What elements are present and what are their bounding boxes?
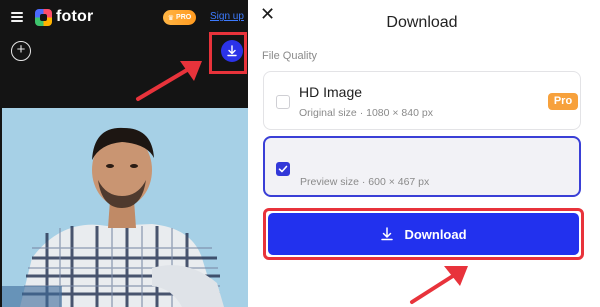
canvas-top-area [0, 68, 248, 108]
menu-icon[interactable] [11, 12, 23, 22]
pro-label: PRO [176, 14, 192, 21]
download-icon [381, 227, 394, 241]
download-icon[interactable] [221, 40, 243, 62]
download-button[interactable]: Download [268, 213, 579, 255]
crown-icon: ♛ [167, 14, 175, 22]
hd-image-title: HD Image [299, 84, 363, 100]
option-hd-image[interactable]: HD Image Original size · 1080 × 840 px P… [263, 71, 581, 130]
portrait-illustration [2, 108, 248, 307]
download-label: Download [404, 226, 467, 242]
file-quality-label: File Quality [262, 50, 318, 62]
annotation-arrow-icon [410, 266, 468, 304]
download-dialog: ✕ Download File Quality HD Image Origina… [254, 0, 600, 307]
editor-topbar: fotor ♛ PRO Sign up [0, 0, 248, 34]
annotation-arrow-icon [136, 61, 202, 101]
hd-image-checkbox[interactable] [276, 95, 290, 109]
editor-panel: fotor ♛ PRO Sign up + [0, 0, 248, 307]
portrait-photo [2, 108, 248, 307]
fotor-logo-icon [35, 9, 52, 26]
pro-button[interactable]: ♛ PRO [163, 10, 196, 25]
signup-link[interactable]: Sign up [210, 11, 244, 22]
dialog-title: Download [386, 14, 458, 31]
plus-icon[interactable]: + [11, 41, 31, 61]
brand-name: fotor [56, 8, 94, 25]
pro-badge: Pro [548, 93, 578, 110]
hd-image-size: Original size · 1080 × 840 px [299, 107, 433, 119]
option-preview[interactable]: Preview size · 600 × 467 px [263, 136, 581, 197]
preview-size: Preview size · 600 × 467 px [300, 176, 430, 188]
check-icon[interactable] [276, 162, 290, 176]
